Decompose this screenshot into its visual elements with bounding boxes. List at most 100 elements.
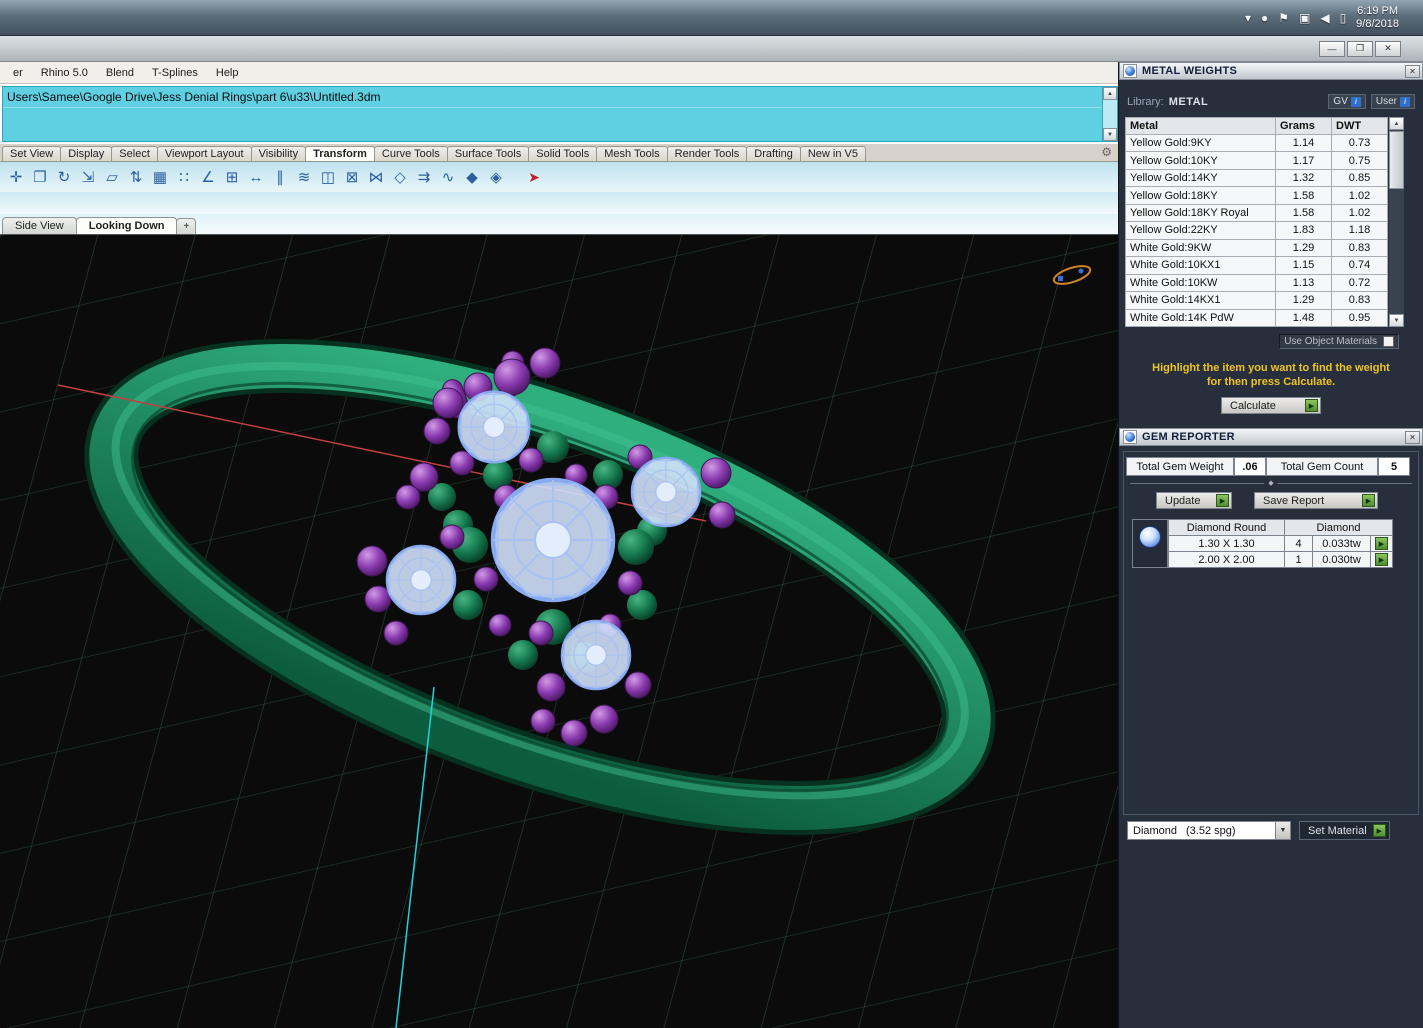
metal-table-row[interactable]: Yellow Gold:10KY 1.17 0.75 (1125, 151, 1388, 170)
save-report-button[interactable]: Save Report ▶ (1254, 492, 1378, 509)
menu-item[interactable]: er (4, 65, 32, 81)
user-button[interactable]: User i (1370, 94, 1415, 109)
toolbar-tab[interactable]: Viewport Layout (156, 146, 252, 161)
scale-icon[interactable]: ⇲ (76, 166, 100, 188)
power-icon[interactable]: ▯ (1340, 11, 1347, 25)
metal-table-row[interactable]: White Gold:10KX1 1.15 0.74 (1125, 256, 1388, 275)
toolbar-tab[interactable]: Set View (2, 146, 62, 161)
material-dropdown[interactable]: Diamond (3.52 spg) ▼ (1127, 821, 1291, 840)
menu-item[interactable]: Rhino 5.0 (32, 65, 97, 81)
taper-icon[interactable]: ◆ (460, 166, 484, 188)
metal-weights-close-icon[interactable]: ✕ (1405, 64, 1420, 78)
rotate-icon[interactable]: ↻ (52, 166, 76, 188)
command-scrollbar[interactable]: ▲ ▼ (1103, 86, 1118, 142)
instruction-line-2: for then press Calculate. (1206, 376, 1336, 388)
toolbar-tab-transform[interactable]: Transform (305, 146, 375, 161)
network-icon[interactable]: ▣ (1299, 11, 1310, 25)
project-icon[interactable]: ⊠ (340, 166, 364, 188)
total-gem-count-value: 5 (1378, 457, 1410, 476)
minimize-button[interactable]: — (1319, 40, 1345, 57)
array-rect-icon[interactable]: ⊞ (220, 166, 244, 188)
taskbar-clock[interactable]: 6:19 PM 9/8/2018 (1356, 5, 1399, 31)
command-history[interactable]: Users\Samee\Google Drive\Jess Denial Rin… (2, 86, 1103, 142)
orient-icon[interactable]: ◫ (316, 166, 340, 188)
metal-table-row[interactable]: Yellow Gold:18KY Royal 1.58 1.02 (1125, 203, 1388, 223)
array-icon[interactable]: ▦ (148, 166, 172, 188)
morph-icon[interactable]: ⋈ (364, 166, 388, 188)
toolbar-tab[interactable]: Surface Tools (446, 146, 530, 161)
metal-table-row[interactable]: White Gold:14K PdW 1.48 0.95 (1125, 308, 1388, 327)
scrollbar-thumb[interactable] (1389, 131, 1404, 189)
metal-table-row[interactable]: White Gold:10KW 1.13 0.72 (1125, 273, 1388, 293)
gem-table-row[interactable]: 2.00 X 2.00 1 0.030tw ▶ (1168, 551, 1393, 568)
toolbar-tab[interactable]: Mesh Tools (596, 146, 668, 161)
toolbar-tab[interactable]: Visibility (250, 146, 307, 161)
gear-icon[interactable]: ⚙ (1101, 145, 1112, 159)
mirror-icon[interactable]: ↔ (244, 166, 268, 188)
cage-edit-icon[interactable]: ◇ (388, 166, 412, 188)
metal-table-scrollbar[interactable]: ▲ ▼ (1389, 117, 1404, 327)
twist-icon[interactable]: ◈ (484, 166, 508, 188)
restore-button[interactable]: ❐ (1347, 40, 1373, 57)
viewport-3d[interactable] (0, 234, 1118, 1028)
metal-table-row[interactable]: White Gold:9KW 1.29 0.83 (1125, 238, 1388, 258)
use-object-materials-checkbox[interactable] (1383, 336, 1394, 347)
smooth-icon[interactable]: ≋ (292, 166, 316, 188)
use-object-materials-toggle[interactable]: Use Object Materials (1279, 334, 1399, 349)
update-button-label: Update (1165, 494, 1201, 507)
flip-icon[interactable]: ⇅ (124, 166, 148, 188)
metal-name-cell: Yellow Gold:18KY (1125, 186, 1276, 205)
panel-splitter[interactable]: ◆ (1130, 478, 1412, 489)
scroll-down-icon[interactable]: ▼ (1103, 128, 1117, 141)
move-icon[interactable]: ✛ (4, 166, 28, 188)
toolbar-tab[interactable]: Render Tools (666, 146, 748, 161)
metal-table-row[interactable]: White Gold:14KX1 1.29 0.83 (1125, 291, 1388, 310)
add-viewport-tab-button[interactable]: + (176, 218, 197, 234)
toolbar-tab[interactable]: Solid Tools (528, 146, 598, 161)
viewport-tab-side-view[interactable]: Side View (2, 217, 77, 234)
array-polar-icon[interactable]: ∷ (172, 166, 196, 188)
toolbar-tab[interactable]: Drafting (746, 146, 801, 161)
volume-icon[interactable]: ◀ (1320, 11, 1329, 25)
material-dropdown-value: Diamond (1133, 824, 1178, 837)
menu-item[interactable]: T-Splines (143, 65, 207, 81)
gem-row-detail-button[interactable]: ▶ (1375, 537, 1388, 550)
toolbar-tab[interactable]: Curve Tools (373, 146, 448, 161)
gem-reporter-close-icon[interactable]: ✕ (1405, 430, 1420, 444)
toolbar-tab[interactable]: Display (60, 146, 113, 161)
viewport-tab-looking-down[interactable]: Looking Down (75, 217, 178, 234)
bend-icon[interactable]: ∿ (436, 166, 460, 188)
update-button[interactable]: Update ▶ (1156, 492, 1232, 509)
metal-table-row[interactable]: Yellow Gold:9KY 1.14 0.73 (1125, 133, 1388, 153)
flag-icon[interactable]: ⚑ (1278, 11, 1289, 25)
set-material-button[interactable]: Set Material ▶ (1299, 821, 1390, 840)
metal-table-row[interactable]: Yellow Gold:18KY 1.58 1.02 (1125, 186, 1388, 205)
gem-table-row[interactable]: 1.30 X 1.30 4 0.033tw ▶ (1168, 535, 1393, 552)
toolbar-tab[interactable]: Select (111, 146, 158, 161)
scroll-up-icon[interactable]: ▲ (1389, 117, 1404, 130)
scroll-up-icon[interactable]: ▲ (1103, 87, 1117, 100)
rotate-3d-icon[interactable]: ∠ (196, 166, 220, 188)
splitter-handle-icon[interactable]: ◆ (1264, 479, 1278, 487)
metal-table-row[interactable]: Yellow Gold:22KY 1.83 1.18 (1125, 221, 1388, 240)
toolbar-tab[interactable]: New in V5 (799, 146, 866, 161)
copy-icon[interactable]: ❐ (28, 166, 52, 188)
metal-table-row[interactable]: Yellow Gold:14KY 1.32 0.85 (1125, 168, 1388, 188)
hidden-icons-icon[interactable]: ▾ (1245, 11, 1251, 25)
calculate-button[interactable]: Calculate ▶ (1221, 397, 1321, 414)
close-button[interactable]: ✕ (1375, 40, 1401, 57)
material-dropdown-spg: (3.52 spg) (1186, 824, 1236, 837)
gem-row-detail-button[interactable]: ▶ (1375, 553, 1388, 566)
gv-button[interactable]: GV i (1328, 94, 1366, 109)
updates-icon[interactable]: ● (1261, 11, 1268, 25)
chevron-down-icon[interactable]: ▼ (1275, 822, 1290, 839)
metal-name-cell: Yellow Gold:10KY (1125, 151, 1276, 170)
shear-icon[interactable]: ▱ (100, 166, 124, 188)
scroll-down-icon[interactable]: ▼ (1389, 314, 1404, 327)
calculate-instruction: Highlight the item you want to find the … (1119, 361, 1423, 389)
flow-icon[interactable]: ⇉ (412, 166, 436, 188)
menu-item[interactable]: Help (207, 65, 248, 81)
menu-item[interactable]: Blend (97, 65, 143, 81)
offset-icon[interactable]: ∥ (268, 166, 292, 188)
last-tool-icon[interactable]: ➤ (522, 166, 546, 188)
